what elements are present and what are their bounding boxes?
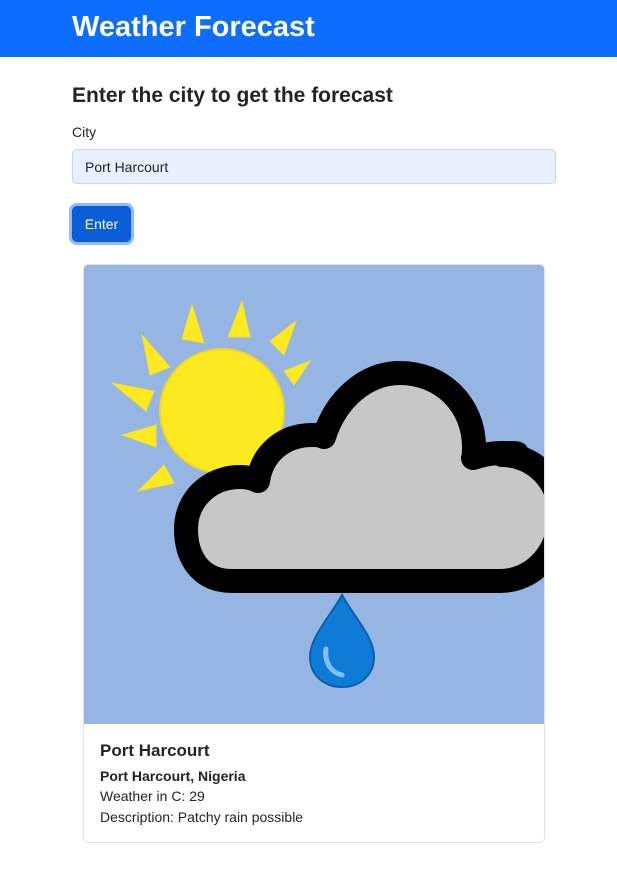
app-title[interactable]: Weather Forecast (72, 8, 315, 46)
forecast-card: Port Harcourt Port Harcourt, Nigeria Wea… (83, 264, 545, 843)
form-heading: Enter the city to get the forecast (72, 84, 393, 107)
temperature-text: Weather in C: 29 (100, 788, 205, 804)
city-label: City (72, 124, 97, 140)
navbar: Weather Forecast (0, 0, 617, 57)
description-text: Description: Patchy rain possible (100, 809, 304, 825)
enter-button[interactable]: Enter (72, 206, 131, 242)
card-title: Port Harcourt (100, 741, 210, 760)
city-input[interactable] (72, 149, 556, 184)
card-location: Port Harcourt, Nigeria (100, 768, 246, 784)
card-body: Port Harcourt Port Harcourt, Nigeria Wea… (100, 739, 528, 828)
patchy-rain-possible-icon (84, 265, 544, 724)
